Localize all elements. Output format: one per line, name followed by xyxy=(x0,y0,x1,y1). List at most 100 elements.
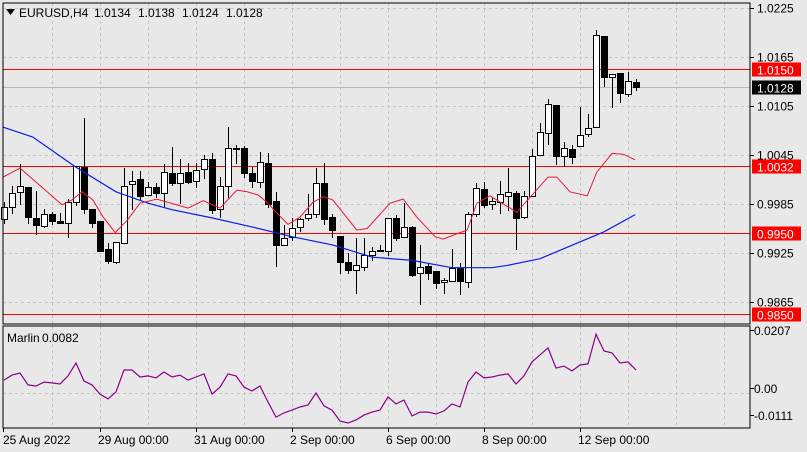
candle-body-bullish xyxy=(1,207,8,220)
candle-body-bearish xyxy=(553,105,560,157)
price-tick-label: 0.9985 xyxy=(757,198,794,212)
candle-body-bullish xyxy=(297,219,304,228)
level-price-label: 0.9950 xyxy=(757,228,794,242)
candle-body-bullish xyxy=(609,74,616,78)
candle-body-bearish xyxy=(185,172,192,183)
candle-body-bullish xyxy=(177,173,184,184)
candle-body-bullish xyxy=(537,132,544,156)
candle-body-bullish xyxy=(129,181,136,185)
indicator-header: Marlin 0.0082 xyxy=(7,331,79,345)
candle-body-bullish xyxy=(73,166,80,203)
candle-body-bullish xyxy=(305,214,312,219)
indicator-tick-label: 0.00 xyxy=(754,382,778,396)
candle-body-bearish xyxy=(265,163,272,205)
indicator-tick-label: 0.0207 xyxy=(754,324,791,338)
indicator-tick-label: -0.0111 xyxy=(754,409,793,423)
candle xyxy=(553,105,560,165)
candle-body-bearish xyxy=(617,73,624,94)
candle-body-bullish xyxy=(9,193,16,208)
time-tick-label: 25 Aug 2022 xyxy=(3,433,71,447)
candle-body-bearish xyxy=(425,266,432,274)
candle-body-bearish xyxy=(57,221,64,224)
candle-body-bearish xyxy=(329,217,336,231)
candle xyxy=(241,146,248,178)
time-tick-label: 31 Aug 00:00 xyxy=(194,433,265,447)
time-tick-label: 12 Sep 00:00 xyxy=(578,433,650,447)
indicator-name: Marlin xyxy=(7,331,40,345)
candle-body-bearish xyxy=(33,218,40,226)
candle xyxy=(97,221,104,252)
candle-body-bearish xyxy=(249,173,256,182)
time-tick-label: 6 Sep 00:00 xyxy=(386,433,451,447)
candle-body-bullish xyxy=(233,148,240,150)
candle-body-bearish xyxy=(601,36,608,78)
candle-body-bullish xyxy=(353,265,360,271)
candle-body-bearish xyxy=(345,262,352,271)
candle-body-bearish xyxy=(321,183,328,220)
current-price-label: 1.0128 xyxy=(757,82,794,96)
candle-body-bullish xyxy=(593,35,600,128)
candle-body-bullish xyxy=(65,202,72,224)
candle xyxy=(593,30,600,128)
candle-body-bullish xyxy=(161,172,168,194)
candle-body-bullish xyxy=(377,250,384,252)
candle-body-bearish xyxy=(25,187,32,218)
price-tick-label: 0.9925 xyxy=(757,247,794,261)
price-chart[interactable]: 1.02251.01651.01051.00450.99850.99250.98… xyxy=(0,0,807,452)
candle-body-bearish xyxy=(457,268,464,282)
open-value: 1.0134 xyxy=(94,6,131,20)
candle-body-bullish xyxy=(217,186,224,210)
candle-body-bullish xyxy=(585,128,592,135)
candle-body-bullish xyxy=(41,214,48,227)
candle-body-bullish xyxy=(465,214,472,283)
candle xyxy=(113,242,120,264)
candle-body-bullish xyxy=(417,267,424,274)
candle-body-bearish xyxy=(633,82,640,88)
candle-body-bearish xyxy=(337,236,344,263)
candle-body-bullish xyxy=(625,81,632,95)
candle-body-bullish xyxy=(521,196,528,218)
price-tick-label: 0.9865 xyxy=(757,296,794,310)
candle-body-bullish xyxy=(17,186,24,193)
candle xyxy=(385,218,392,256)
candle-body-bullish xyxy=(545,104,552,134)
candle-body-bullish xyxy=(361,255,368,268)
candle-body-bullish xyxy=(529,156,536,197)
candle-body-bullish xyxy=(505,192,512,197)
candle xyxy=(73,166,80,206)
candle-body-bullish xyxy=(401,227,408,238)
time-tick-label: 8 Sep 00:00 xyxy=(482,433,547,447)
low-value: 1.0124 xyxy=(182,6,219,20)
candle-body-bearish xyxy=(169,173,176,184)
candle-body-bearish xyxy=(433,271,440,284)
candle-body-bullish xyxy=(145,187,152,196)
candle-body-bullish xyxy=(201,159,208,170)
candle-body-bearish xyxy=(209,159,216,211)
candle-body-bullish xyxy=(489,201,496,205)
candle-body-bearish xyxy=(153,187,160,194)
candle-body-bearish xyxy=(137,179,144,197)
candle xyxy=(473,183,480,217)
candle-body-bearish xyxy=(273,201,280,246)
level-price-label: 1.0032 xyxy=(757,161,794,175)
symbol-timeframe: EURUSD,H4 xyxy=(19,6,89,20)
candle-body-bullish xyxy=(449,268,456,282)
candle-body-bearish xyxy=(241,148,248,174)
candle-body-bullish xyxy=(225,148,232,187)
candle-body-bearish xyxy=(49,214,56,222)
level-price-label: 1.0150 xyxy=(757,64,794,78)
candle-body-bearish xyxy=(409,227,416,276)
high-value: 1.0138 xyxy=(138,6,175,20)
candle xyxy=(529,149,536,197)
candle-body-bearish xyxy=(89,209,96,224)
candle-body-bullish xyxy=(113,242,120,263)
candle-body-bullish xyxy=(193,170,200,182)
candle xyxy=(393,215,400,241)
candle-body-bullish xyxy=(281,238,288,246)
candle-body-bullish xyxy=(257,162,264,183)
candle-body-bearish xyxy=(105,249,112,262)
candle-body-bearish xyxy=(97,221,104,252)
candle-body-bullish xyxy=(561,148,568,157)
time-tick-label: 29 Aug 00:00 xyxy=(98,433,169,447)
candle-body-bullish xyxy=(369,251,376,256)
